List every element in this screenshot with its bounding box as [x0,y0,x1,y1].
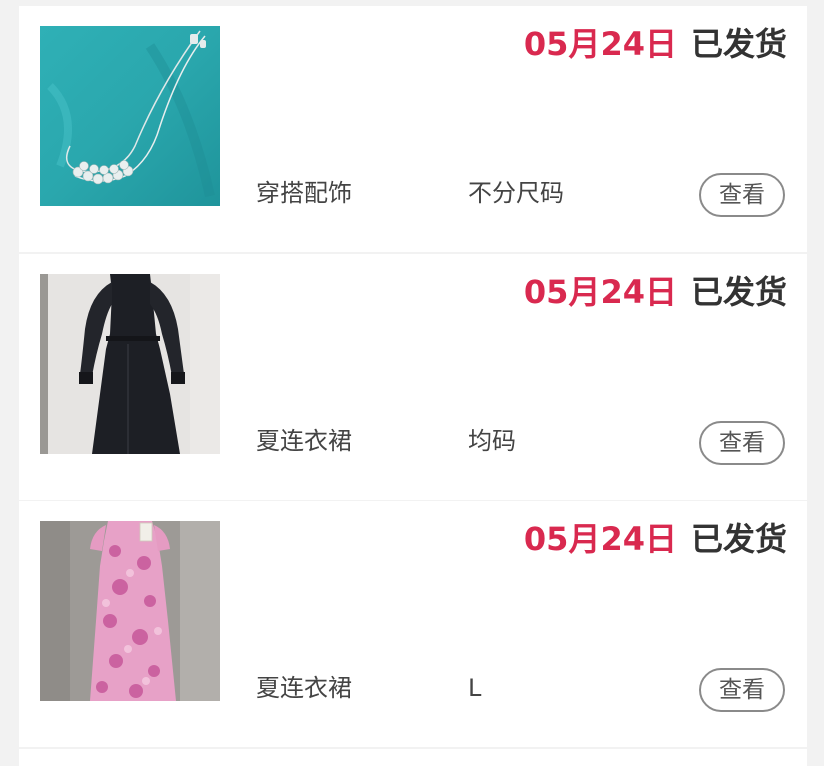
delivery-info: 05月24日 已发货 [524,272,787,312]
order-card[interactable]: 05月24日 已发货 穿搭配饰 不分尺码 查看 [19,6,807,252]
product-thumbnail[interactable] [40,521,220,701]
view-button[interactable]: 查看 [699,668,785,712]
order-status: 已发货 [690,25,787,63]
order-status: 已发货 [690,520,787,558]
order-card[interactable]: 05月24日 已发货 夏连衣裙 均码 查看 [19,254,807,500]
product-thumbnail[interactable] [40,26,220,206]
order-date: 05月24日 [523,520,677,558]
product-size: L [468,674,482,702]
order-status: 已发货 [690,273,787,311]
product-category: 夏连衣裙 [256,674,352,702]
product-size: 均码 [468,427,516,455]
order-list: 05月24日 已发货 穿搭配饰 不分尺码 查看 05月24日 已发货 夏连衣裙 … [0,0,824,766]
order-date: 05月24日 [523,273,677,311]
product-size: 不分尺码 [468,179,564,207]
pink-floral-dress-photo [40,521,220,701]
black-dress-photo [40,274,220,454]
product-category: 夏连衣裙 [256,427,352,455]
view-button[interactable]: 查看 [699,173,785,217]
product-category: 穿搭配饰 [256,179,352,207]
view-button[interactable]: 查看 [699,421,785,465]
product-thumbnail[interactable] [40,274,220,454]
order-card[interactable] [19,749,807,766]
delivery-info: 05月24日 已发货 [524,24,787,64]
delivery-info: 05月24日 已发货 [524,519,787,559]
necklace-photo [40,26,220,206]
order-date: 05月24日 [523,25,677,63]
order-card[interactable]: 05月24日 已发货 夏连衣裙 L 查看 [19,501,807,747]
